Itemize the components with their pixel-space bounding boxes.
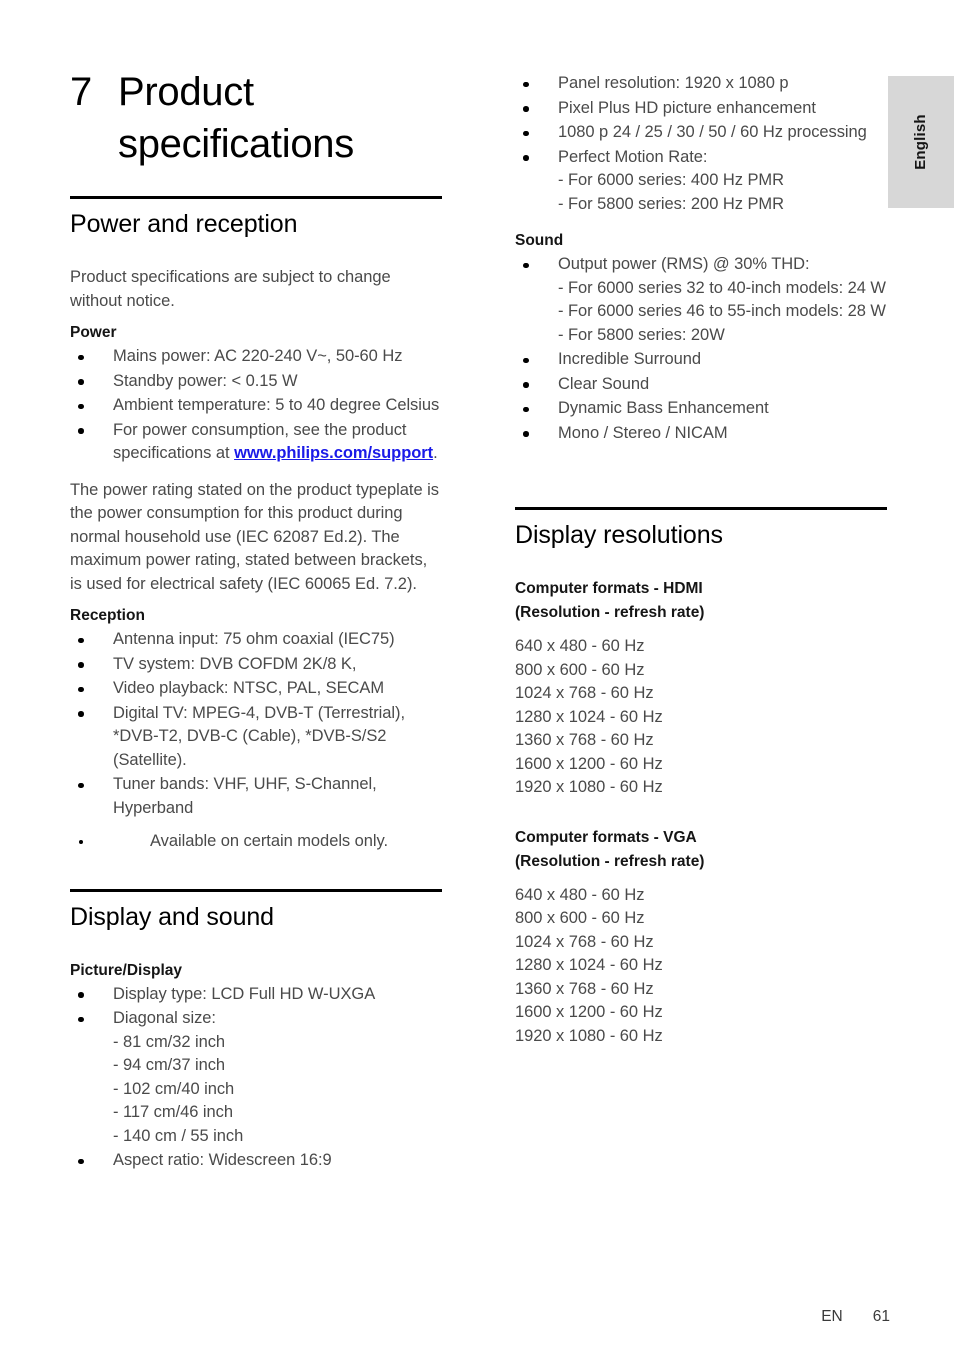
list-item: Mono / Stereo / NICAM: [515, 422, 887, 446]
diagonal-size-value: - 102 cm/40 inch: [113, 1079, 235, 1098]
subhead-picture-display: Picture/Display: [70, 961, 182, 979]
vga-resolution-list: 640 x 480 - 60 Hz 800 x 600 - 60 Hz 1024…: [515, 884, 887, 1049]
footer-language-code: EN: [821, 1308, 843, 1325]
pmr-value: - For 6000 series: 400 Hz PMR: [558, 171, 784, 189]
diagonal-size-label: Diagonal size:: [113, 1009, 216, 1027]
subhead-reception: Reception: [70, 607, 145, 624]
power-consumption-suffix: .: [433, 444, 438, 462]
list-item: Tuner bands: VHF, UHF, S-Channel, Hyperb…: [70, 773, 442, 820]
output-power-value: - For 5800 series: 20W: [558, 325, 725, 344]
pmr-value: - For 5800 series: 200 Hz PMR: [558, 194, 784, 213]
list-item: Antenna input: 75 ohm coaxial (IEC75): [70, 628, 442, 652]
list-item-footnote: Available on certain models only.: [70, 830, 442, 854]
diagonal-size-value: - 94 cm/37 inch: [113, 1056, 226, 1074]
reception-bullet-list: Antenna input: 75 ohm coaxial (IEC75) TV…: [70, 628, 442, 854]
section-divider: [70, 196, 442, 199]
list-item: 1024 x 768 - 60 Hz: [515, 684, 654, 702]
page-title: 7 Product specifications: [70, 66, 442, 170]
subhead-computer-formats-hdmi: Computer formats - HDMI: [515, 580, 703, 597]
document-page: English 7 Product specifications Power an…: [0, 0, 954, 1354]
section-divider: [70, 888, 442, 892]
subhead-vga-resolution-refresh: (Resolution - refresh rate): [515, 852, 705, 870]
subhead-power: Power: [70, 324, 117, 341]
left-column: 7 Product specifications Power and recept…: [70, 0, 442, 1174]
list-item-diagonal-size: Diagonal size: - 81 cm/32 inch - 94 cm/3…: [70, 1007, 442, 1148]
footer-page-number: 61: [872, 1308, 890, 1325]
list-item: Incredible Surround: [515, 348, 887, 372]
section-heading-display-resolutions: Display resolutions: [515, 521, 723, 549]
list-item: 1920 x 1080 - 60 Hz: [515, 778, 663, 796]
diagonal-size-value: - 117 cm/46 inch: [113, 1103, 233, 1121]
list-item-output-power: Output power (RMS) @ 30% THD: - For 6000…: [515, 253, 887, 347]
picture-continued-bullet-list: Panel resolution: 1920 x 1080 p Pixel Pl…: [515, 72, 887, 216]
language-tab: English: [888, 76, 954, 208]
section-divider: [515, 507, 887, 510]
diagonal-size-value: - 140 cm / 55 inch: [113, 1126, 244, 1145]
list-item: 1280 x 1024 - 60 Hz: [515, 707, 663, 726]
list-item: Aspect ratio: Widescreen 16:9: [70, 1149, 442, 1173]
list-item: Video playback: NTSC, PAL, SECAM: [70, 677, 442, 701]
list-item: Ambient temperature: 5 to 40 degree Cels…: [70, 394, 442, 418]
output-power-label: Output power (RMS) @ 30% THD:: [558, 255, 810, 273]
list-item: 1600 x 1200 - 60 Hz: [515, 1003, 663, 1021]
power-bullet-list: Mains power: AC 220-240 V~, 50-60 Hz Sta…: [70, 345, 442, 466]
list-item: 640 x 480 - 60 Hz: [515, 637, 645, 655]
list-item: 800 x 600 - 60 Hz: [515, 660, 645, 679]
section-heading-power-and-reception: Power and reception: [70, 210, 298, 238]
list-item: Clear Sound: [515, 373, 887, 397]
list-item: Panel resolution: 1920 x 1080 p: [515, 72, 887, 96]
list-item-perfect-motion-rate: Perfect Motion Rate: - For 6000 series: …: [515, 146, 887, 217]
list-item: 1920 x 1080 - 60 Hz: [515, 1026, 663, 1045]
subhead-computer-formats-vga: Computer formats - VGA: [515, 828, 697, 846]
list-item: 1024 x 768 - 60 Hz: [515, 932, 654, 951]
language-tab-label: English: [912, 114, 929, 170]
diagonal-size-value: - 81 cm/32 inch: [113, 1032, 226, 1051]
output-power-value: - For 6000 series 46 to 55-inch models: …: [558, 302, 886, 320]
sound-bullet-list: Output power (RMS) @ 30% THD: - For 6000…: [515, 253, 887, 445]
philips-support-link[interactable]: www.philips.com/support: [234, 444, 433, 462]
output-power-value: - For 6000 series 32 to 40-inch models: …: [558, 278, 886, 297]
picture-display-bullet-list: Display type: LCD Full HD W-UXGA Diagona…: [70, 983, 442, 1173]
list-item: 1360 x 768 - 60 Hz: [515, 731, 654, 749]
list-item: Display type: LCD Full HD W-UXGA: [70, 983, 442, 1007]
list-item: 1600 x 1200 - 60 Hz: [515, 754, 663, 773]
list-item: 1360 x 768 - 60 Hz: [515, 979, 654, 998]
section-heading-display-and-sound: Display and sound: [70, 902, 274, 931]
list-item: TV system: DVB COFDM 2K/8 K,: [70, 653, 442, 677]
list-item: 1280 x 1024 - 60 Hz: [515, 956, 663, 974]
intro-paragraph: Product specifications are subject to ch…: [70, 268, 391, 310]
pmr-label: Perfect Motion Rate:: [558, 147, 708, 166]
page-footer: EN 61: [0, 1308, 890, 1326]
list-item: Pixel Plus HD picture enhancement: [515, 97, 887, 121]
hdmi-resolution-list: 640 x 480 - 60 Hz 800 x 600 - 60 Hz 1024…: [515, 635, 887, 800]
subhead-sound: Sound: [515, 232, 564, 249]
list-item: 800 x 600 - 60 Hz: [515, 909, 645, 927]
list-item: 640 x 480 - 60 Hz: [515, 885, 645, 904]
power-rating-paragraph: The power rating stated on the product t…: [70, 480, 439, 593]
list-item: Standby power: < 0.15 W: [70, 370, 442, 394]
list-item: Mains power: AC 220-240 V~, 50-60 Hz: [70, 345, 442, 369]
subhead-hdmi-resolution-refresh: (Resolution - refresh rate): [515, 604, 705, 621]
list-item-power-consumption: For power consumption, see the product s…: [70, 419, 442, 466]
list-item: 1080 p 24 / 25 / 30 / 50 / 60 Hz process…: [515, 121, 887, 145]
chapter-number: 7: [70, 70, 92, 114]
chapter-title-text: Product specifications: [118, 70, 354, 166]
right-column: Panel resolution: 1920 x 1080 p Pixel Pl…: [515, 0, 887, 1048]
list-item: Dynamic Bass Enhancement: [515, 397, 887, 421]
list-item: Digital TV: MPEG-4, DVB-T (Terrestrial),…: [70, 702, 442, 773]
